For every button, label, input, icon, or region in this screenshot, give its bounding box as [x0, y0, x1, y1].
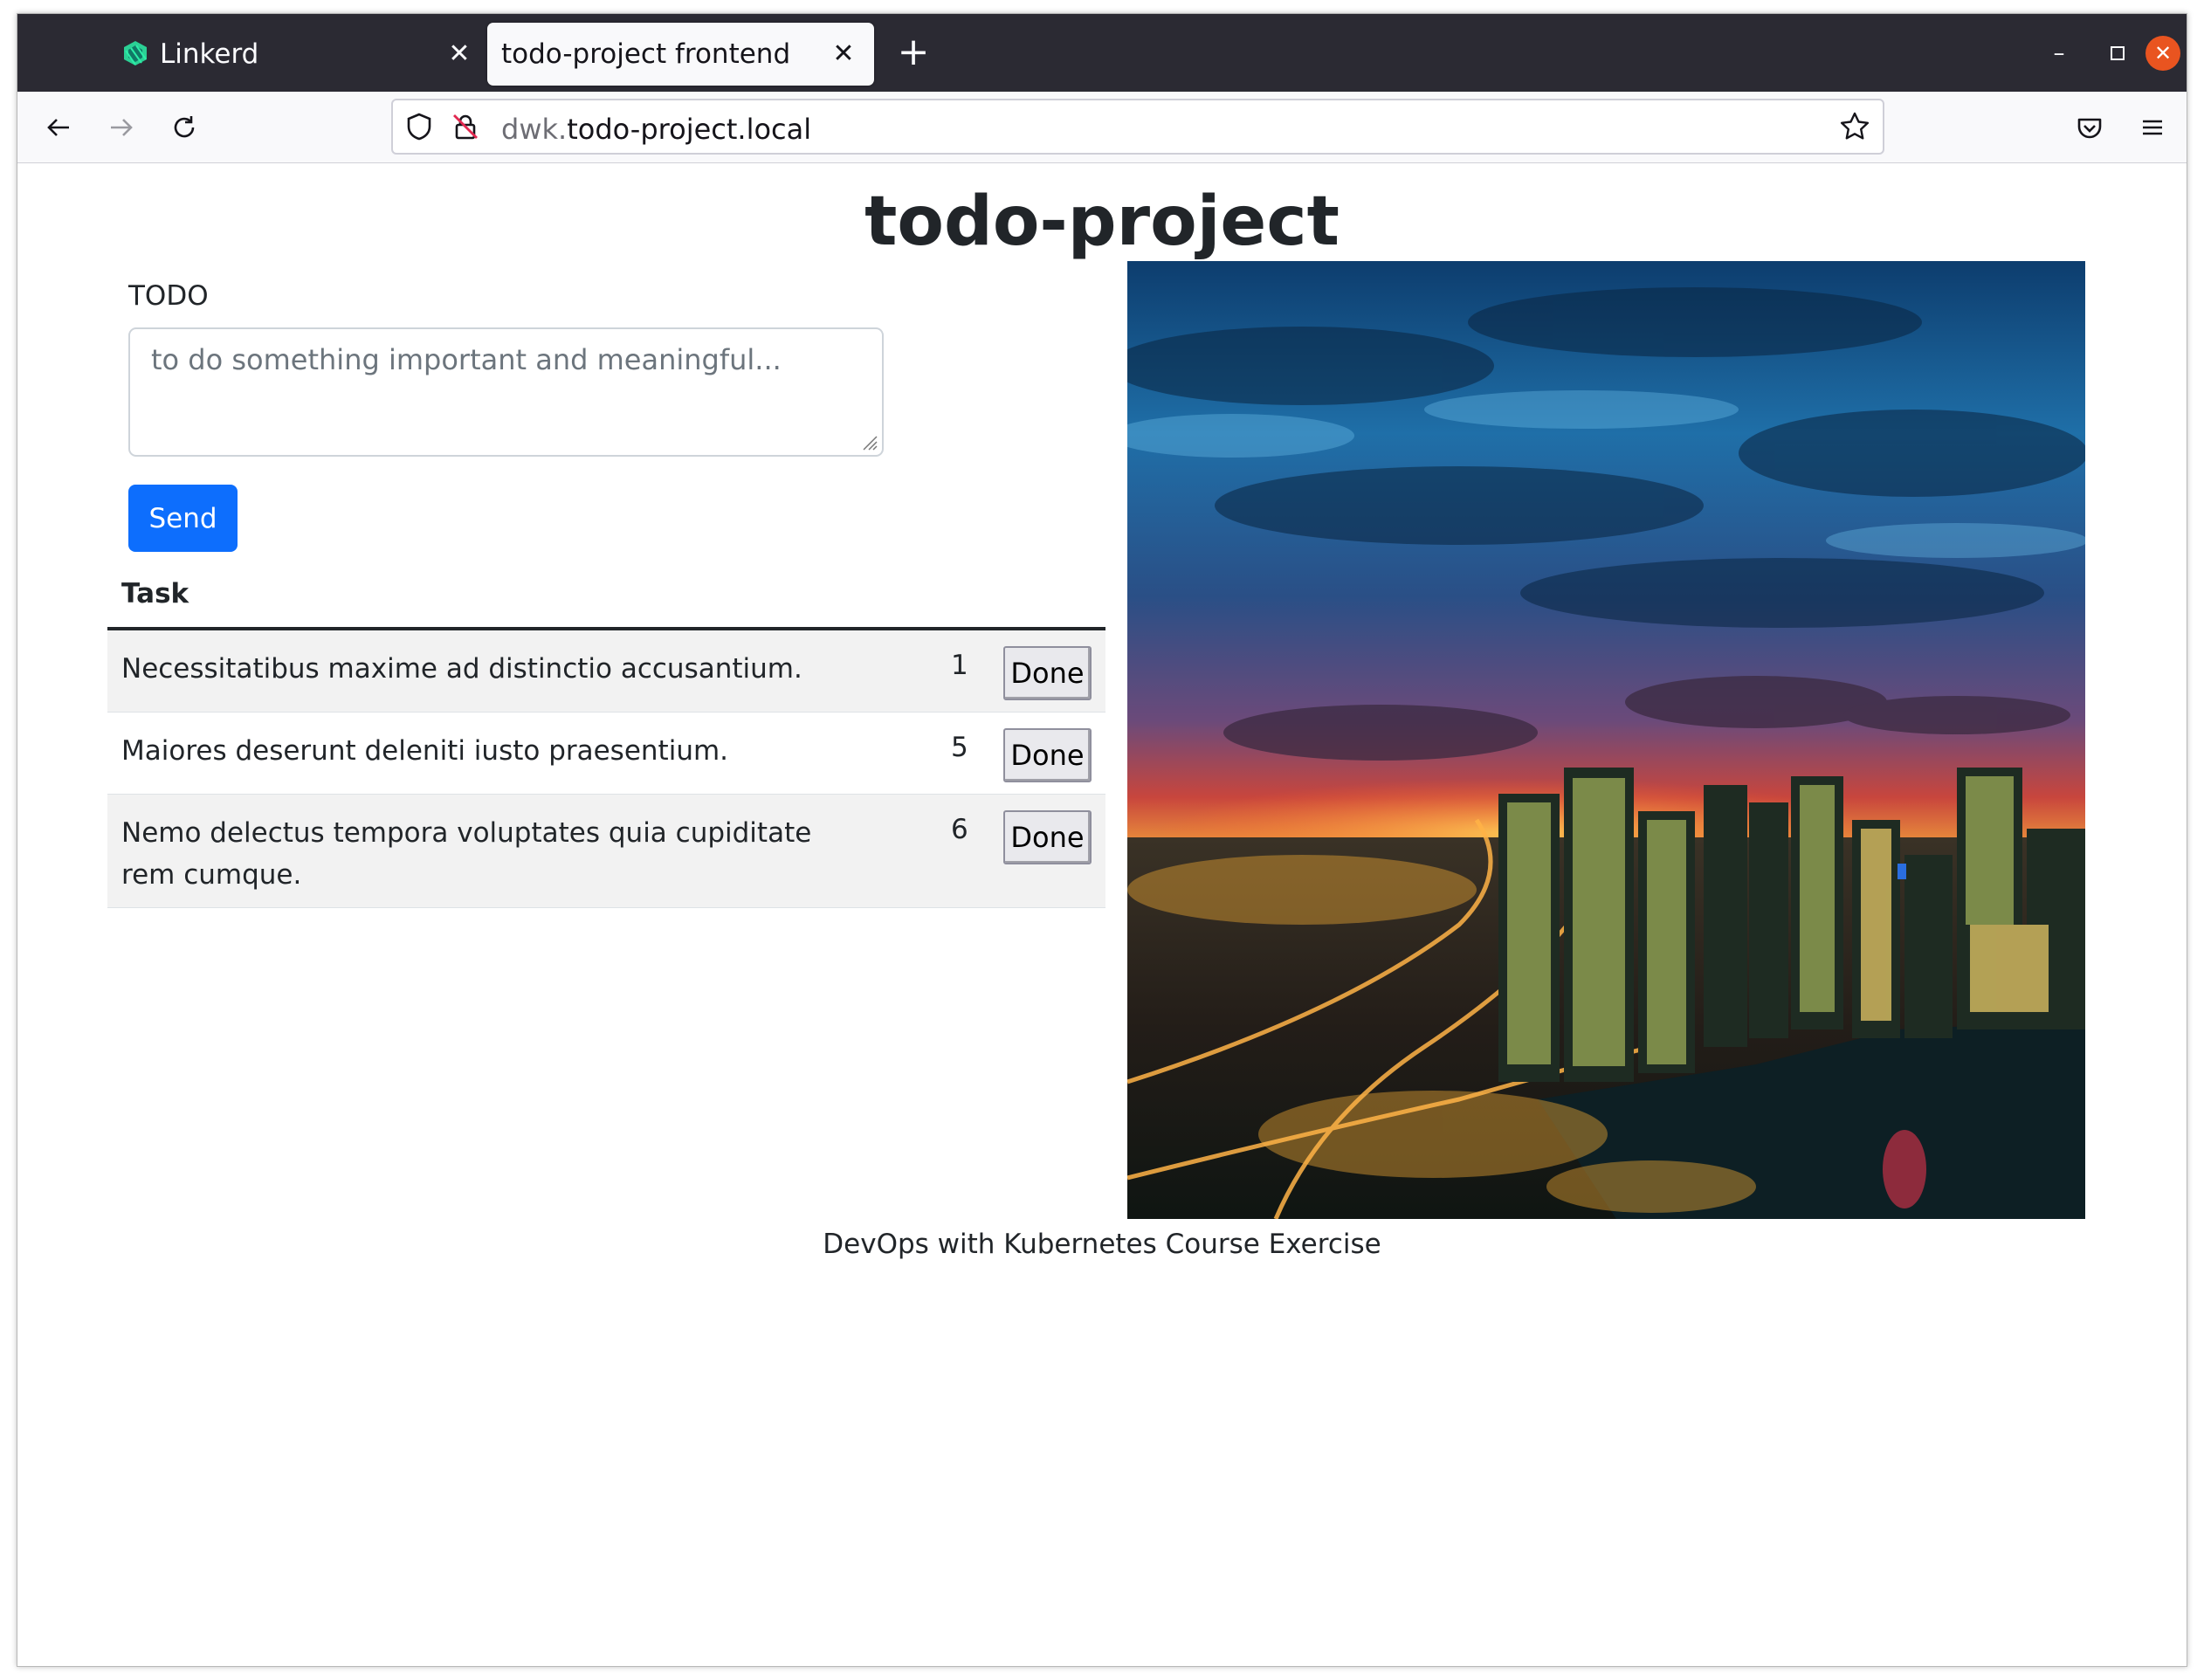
tab-label: todo-project frontend	[501, 38, 791, 70]
insecure-lock-icon[interactable]	[451, 112, 480, 141]
resize-grip-icon[interactable]	[860, 433, 878, 451]
maximize-icon[interactable]	[2099, 35, 2136, 72]
send-button[interactable]: Send	[128, 485, 238, 552]
table-row: Maiores deserunt deleniti iusto praesent…	[107, 713, 1105, 795]
city-skyline-image	[1127, 261, 2085, 1219]
page-footer: DevOps with Kubernetes Course Exercise	[823, 1229, 1381, 1260]
done-button[interactable]: Done	[1003, 810, 1092, 864]
task-table: Task Necessitatibus maxime ad distinctio…	[107, 569, 1105, 908]
close-tab-icon[interactable]: ✕	[444, 39, 474, 69]
bookmark-star-icon[interactable]	[1839, 111, 1870, 142]
url-text[interactable]: dwk.todo-project.local	[501, 113, 811, 146]
navigation-toolbar: dwk.todo-project.local	[17, 92, 2187, 163]
task-text: Necessitatibus maxime ad distinctio accu…	[121, 653, 802, 685]
todo-textarea[interactable]	[128, 327, 884, 457]
pocket-icon[interactable]	[2070, 107, 2110, 148]
forward-arrow-icon[interactable]	[101, 107, 141, 148]
shield-icon[interactable]	[405, 112, 433, 141]
table-row: Necessitatibus maxime ad distinctio accu…	[107, 630, 1105, 713]
browser-window: Linkerd ✕ todo-project frontend ✕ + – ✕	[17, 13, 2187, 1667]
task-id: 1	[951, 650, 968, 681]
task-text: Nemo delectus tempora voluptates quia cu…	[121, 817, 812, 891]
minimize-icon[interactable]: –	[2041, 35, 2077, 72]
task-text: Maiores deserunt deleniti iusto praesent…	[121, 735, 729, 767]
table-row: Nemo delectus tempora voluptates quia cu…	[107, 795, 1105, 908]
hamburger-menu-icon[interactable]	[2132, 107, 2173, 148]
task-id: 5	[951, 732, 968, 763]
reload-icon[interactable]	[164, 107, 204, 148]
url-subdomain: dwk.	[501, 113, 568, 146]
table-header: Task	[107, 569, 1105, 630]
back-arrow-icon[interactable]	[38, 107, 79, 148]
page-title: todo-project	[864, 182, 1340, 261]
tab-label: Linkerd	[160, 38, 259, 70]
page-content: todo-project TODO Send Task Necessitatib…	[17, 163, 2187, 1666]
new-tab-icon[interactable]: +	[892, 33, 934, 75]
address-bar[interactable]: dwk.todo-project.local	[391, 99, 1884, 155]
close-tab-icon[interactable]: ✕	[829, 39, 858, 69]
tab-todo-frontend[interactable]: todo-project frontend ✕	[487, 23, 874, 86]
url-domain: todo-project.local	[567, 113, 812, 146]
todo-label: TODO	[128, 280, 209, 312]
tab-bar: Linkerd ✕ todo-project frontend ✕ + – ✕	[17, 14, 2187, 92]
linkerd-logo-icon	[124, 41, 147, 65]
task-id: 6	[951, 814, 968, 845]
done-button[interactable]: Done	[1003, 728, 1092, 782]
done-button[interactable]: Done	[1003, 646, 1092, 700]
task-column-header: Task	[121, 578, 189, 609]
window-close-icon[interactable]: ✕	[2145, 36, 2180, 71]
tab-linkerd[interactable]: Linkerd ✕	[75, 23, 490, 86]
